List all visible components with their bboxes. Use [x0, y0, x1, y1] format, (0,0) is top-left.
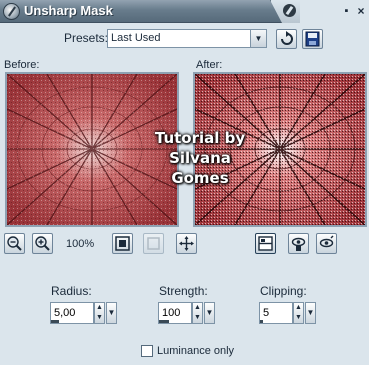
save-preset-button[interactable] [302, 29, 323, 49]
zoom-fit-button[interactable] [112, 233, 133, 254]
close-button[interactable]: × [355, 5, 367, 17]
radius-label: Radius: [51, 284, 92, 298]
reset-arrow-icon [281, 31, 293, 45]
gear-icon [3, 3, 20, 20]
radius-slider-dropdown[interactable]: ▼ [106, 302, 117, 324]
zoom-in-button[interactable] [32, 233, 53, 254]
proof-icon [291, 237, 306, 251]
window-title: Unsharp Mask [24, 3, 113, 18]
chevron-down-icon[interactable]: ▼ [250, 30, 266, 47]
pan-move-icon [179, 236, 194, 251]
zoom-level: 100% [66, 238, 95, 250]
radius-spinner[interactable]: ▲ ▼ [94, 302, 105, 324]
auto-proof-icon [319, 235, 334, 248]
after-label: After: [196, 59, 223, 71]
presets-dropdown[interactable]: Last Used ▼ [107, 29, 267, 48]
split-view-button[interactable] [255, 233, 276, 254]
clipping-slider-dropdown[interactable]: ▼ [305, 302, 316, 324]
strength-field[interactable] [158, 302, 192, 324]
zoom-actual-button[interactable] [143, 233, 164, 254]
split-preview-icon [258, 236, 273, 251]
strength-level-bar [159, 320, 169, 323]
strength-spinner[interactable]: ▲ ▼ [192, 302, 203, 324]
watermark-line-1: Tutorial by [154, 129, 246, 147]
zoom-out-icon [7, 236, 22, 251]
before-label: Before: [4, 59, 40, 71]
auto-proof-button[interactable] [316, 233, 337, 254]
zoom-actual-icon [147, 237, 160, 250]
radius-field[interactable] [50, 302, 94, 324]
clipping-input[interactable] [260, 303, 292, 323]
radius-level-bar [51, 320, 60, 323]
proof-button[interactable] [288, 233, 309, 254]
clipping-level-bar [260, 320, 263, 323]
luminance-only-label: Luminance only [157, 345, 235, 357]
strength-slider-dropdown[interactable]: ▼ [204, 302, 215, 324]
clipping-field[interactable] [259, 302, 293, 324]
presets-label: Presets: [64, 31, 109, 45]
strength-label: Strength: [159, 284, 208, 298]
floppy-disk-icon [305, 31, 320, 47]
clipping-spinner[interactable]: ▲ ▼ [293, 302, 304, 324]
zoom-out-button[interactable] [4, 233, 25, 254]
watermark: Tutorial by Silvana Gomes [140, 128, 260, 187]
clipping-label: Clipping: [260, 284, 307, 298]
watermark-line-2: Silvana Gomes [169, 149, 231, 187]
minimize-button[interactable]: ▪ [341, 6, 352, 17]
luminance-only-checkbox[interactable] [141, 345, 153, 357]
zoom-in-icon [35, 236, 50, 251]
pan-button[interactable] [176, 233, 197, 254]
presets-value: Last Used [111, 32, 161, 44]
reset-button[interactable] [276, 29, 297, 49]
zoom-fit-icon [115, 236, 130, 251]
